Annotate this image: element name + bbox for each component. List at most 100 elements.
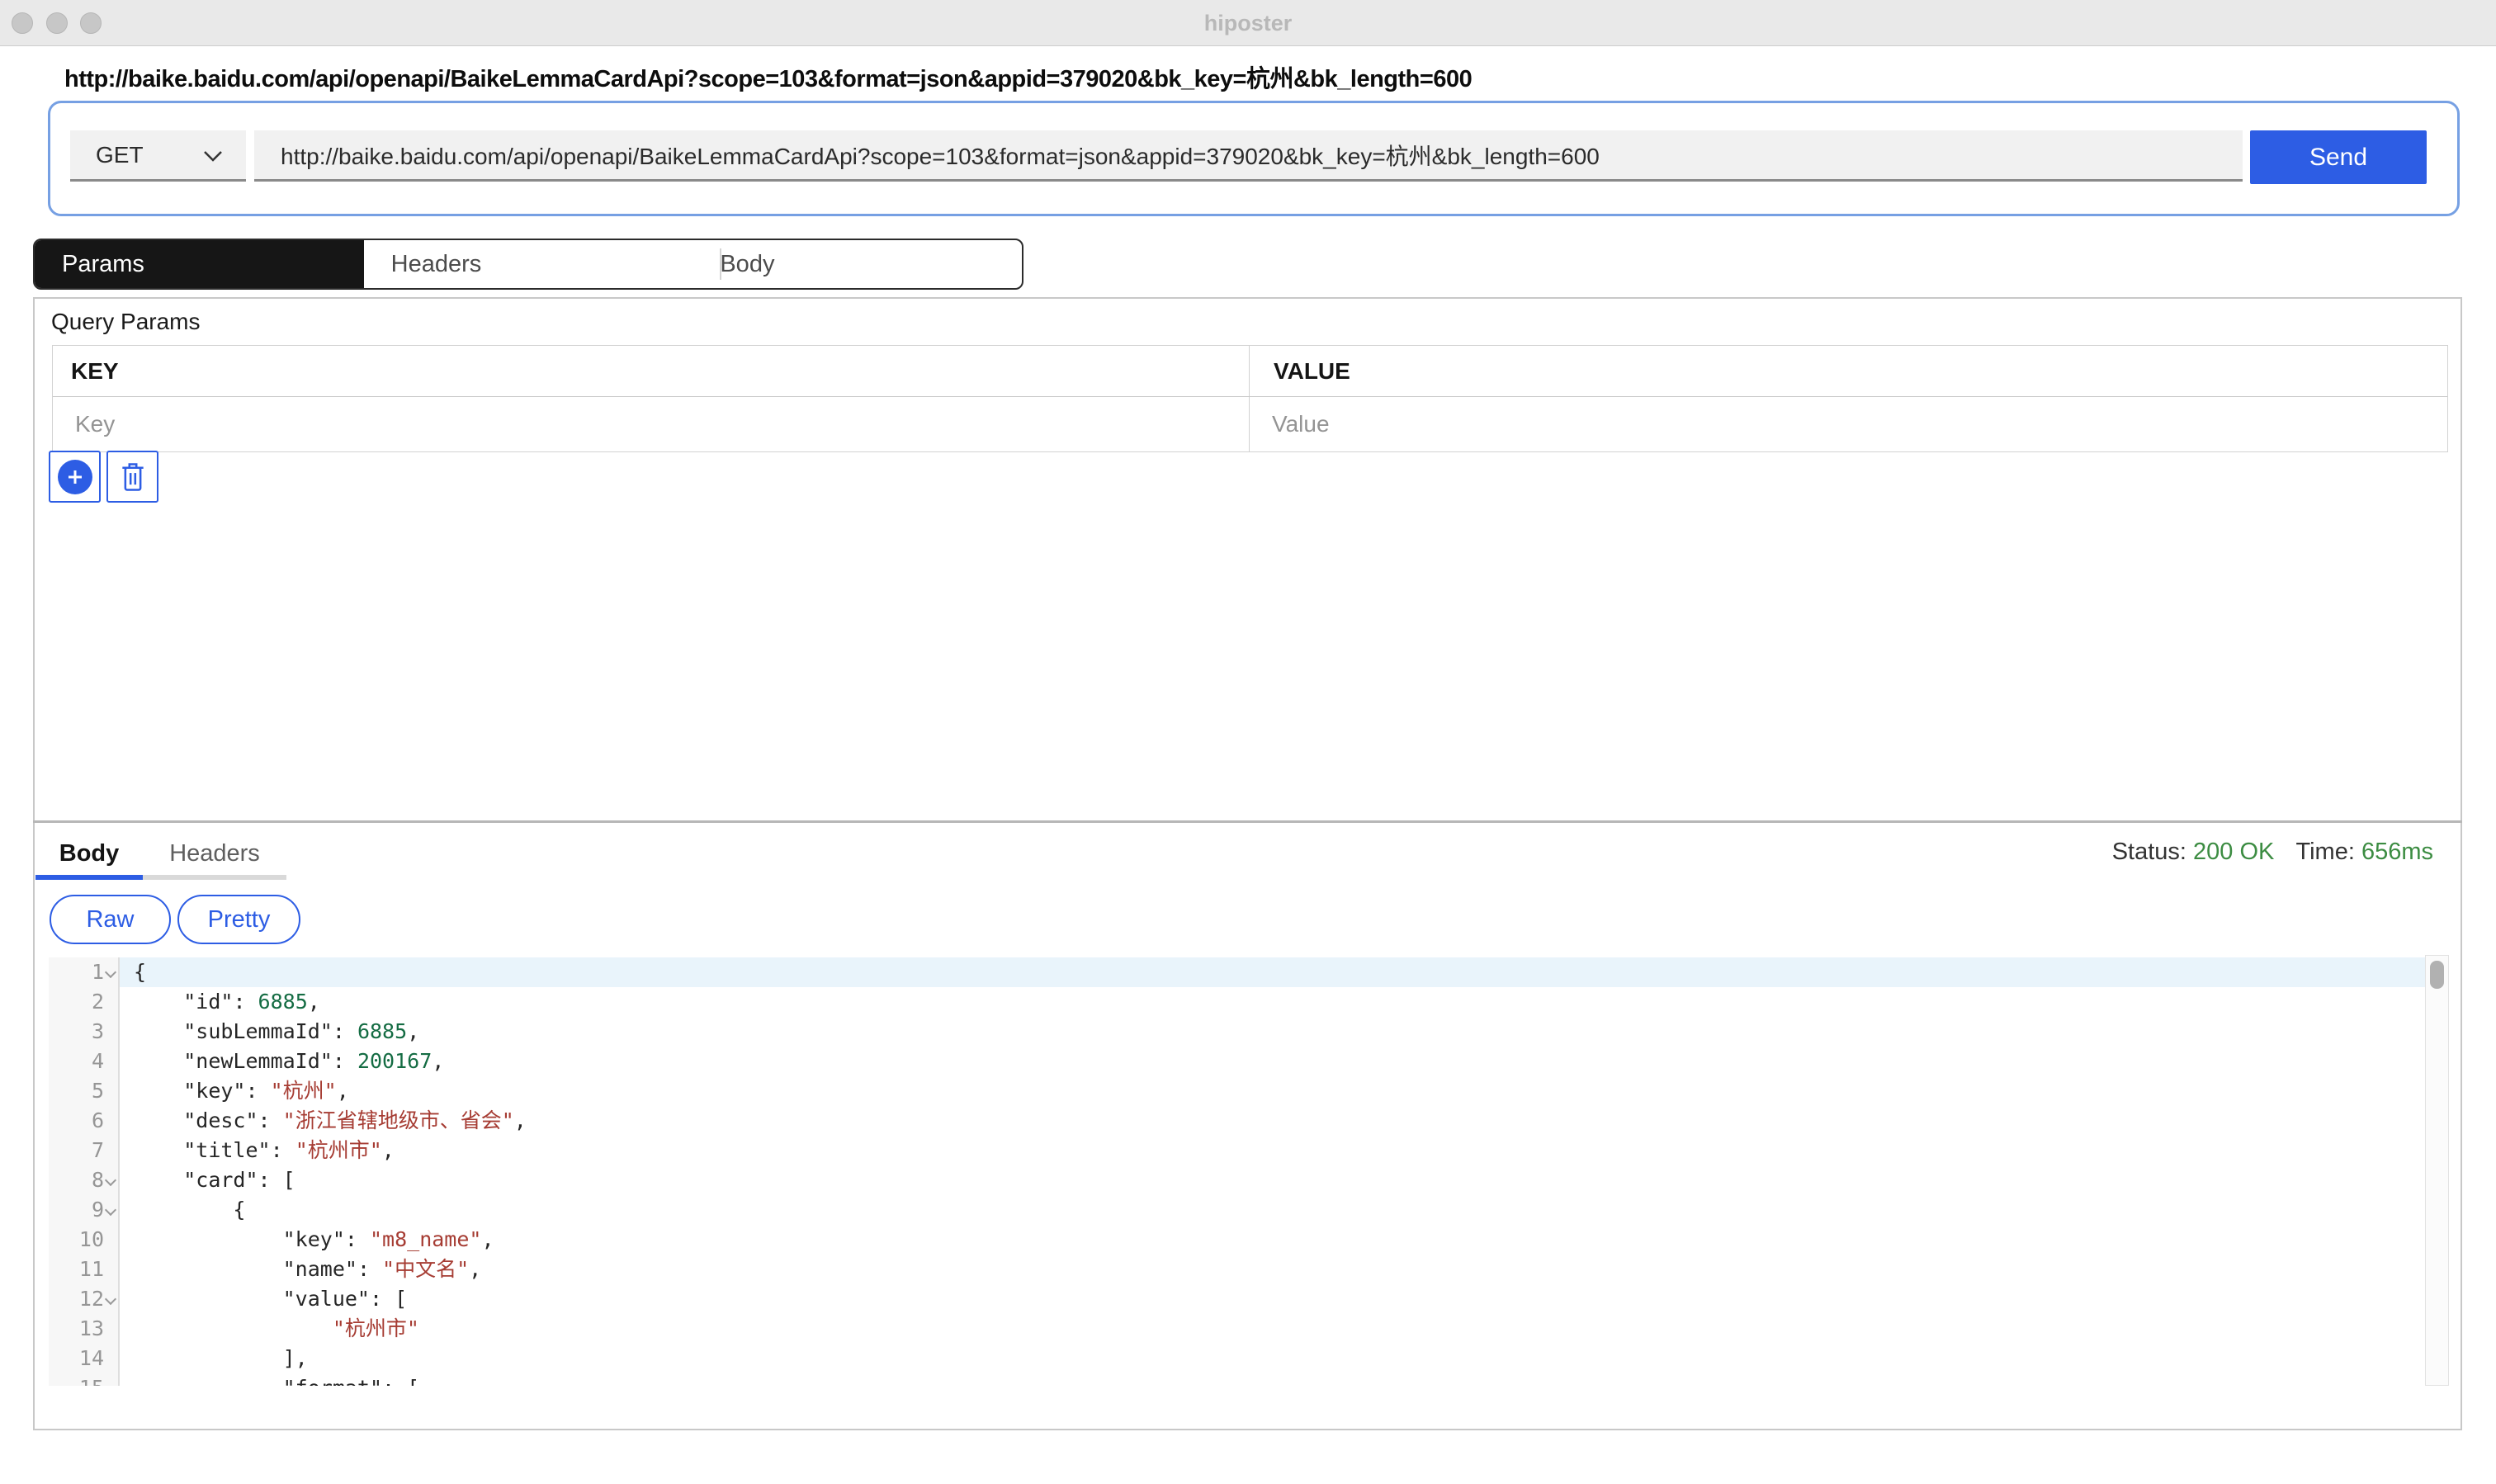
- code-text: "value": [: [120, 1284, 2449, 1314]
- code-text: "subLemmaId": 6885,: [120, 1017, 2449, 1047]
- delete-param-button[interactable]: [106, 451, 158, 503]
- line-number: 7: [92, 1136, 104, 1165]
- section-divider: [33, 820, 2462, 823]
- code-line[interactable]: 15 "format": [: [49, 1373, 2449, 1386]
- param-value-input[interactable]: [1270, 410, 2352, 438]
- line-gutter: 8: [49, 1165, 120, 1195]
- fold-chevron-icon[interactable]: [104, 1165, 118, 1195]
- time-value: 656ms: [2361, 839, 2433, 865]
- code-text: "key": "m8_name",: [120, 1225, 2449, 1255]
- code-line[interactable]: 12 "value": [: [49, 1284, 2449, 1314]
- add-param-button[interactable]: [49, 451, 101, 503]
- table-row: [53, 397, 2447, 451]
- code-line[interactable]: 14 ],: [49, 1344, 2449, 1373]
- code-text: ],: [120, 1344, 2449, 1373]
- line-number: 12: [79, 1284, 104, 1314]
- tab-headers[interactable]: Headers: [364, 240, 693, 288]
- line-gutter: 9: [49, 1195, 120, 1225]
- code-line[interactable]: 6 "desc": "浙江省辖地级市、省会",: [49, 1106, 2449, 1136]
- code-text: "newLemmaId": 200167,: [120, 1047, 2449, 1076]
- response-status: Status: 200 OK Time: 656ms: [2112, 839, 2433, 866]
- line-gutter: 6: [49, 1106, 120, 1136]
- code-text: "name": "中文名",: [120, 1255, 2449, 1284]
- line-number: 6: [92, 1106, 104, 1136]
- status-value: 200 OK: [2193, 839, 2274, 865]
- code-text: "card": [: [120, 1165, 2449, 1195]
- code-line[interactable]: 10 "key": "m8_name",: [49, 1225, 2449, 1255]
- line-gutter: 12: [49, 1284, 120, 1314]
- tab-divider: [720, 248, 721, 280]
- column-header-key: KEY: [71, 358, 119, 385]
- code-text: "title": "杭州市",: [120, 1136, 2449, 1165]
- fold-chevron-icon[interactable]: [104, 1195, 118, 1225]
- method-select-value: GET: [96, 142, 144, 168]
- code-line[interactable]: 7 "title": "杭州市",: [49, 1136, 2449, 1165]
- send-button[interactable]: Send: [2250, 130, 2427, 184]
- titlebar: hiposter: [0, 0, 2496, 46]
- query-params-title: Query Params: [51, 309, 201, 335]
- code-line[interactable]: 13 "杭州市": [49, 1314, 2449, 1344]
- line-gutter: 10: [49, 1225, 120, 1255]
- line-gutter: 2: [49, 987, 120, 1017]
- code-line[interactable]: 8 "card": [: [49, 1165, 2449, 1195]
- line-number: 13: [79, 1314, 104, 1344]
- table-header-row: KEY VALUE: [53, 346, 2447, 397]
- code-line[interactable]: 2 "id": 6885,: [49, 987, 2449, 1017]
- line-number: 4: [92, 1047, 104, 1076]
- line-gutter: 3: [49, 1017, 120, 1047]
- app-window: hiposter http://baike.baidu.com/api/open…: [0, 0, 2496, 1484]
- url-input[interactable]: [254, 130, 2243, 182]
- code-line[interactable]: 3 "subLemmaId": 6885,: [49, 1017, 2449, 1047]
- plus-icon: [58, 460, 92, 494]
- main-panel: Query Params KEY VALUE: [33, 297, 2462, 1430]
- method-select[interactable]: GET: [70, 130, 246, 182]
- inactive-tab-track: [143, 875, 286, 880]
- fold-chevron-icon[interactable]: [104, 957, 118, 987]
- window-title: hiposter: [0, 11, 2496, 36]
- line-number: 15: [79, 1373, 104, 1386]
- code-text: "format": [: [120, 1373, 2449, 1386]
- code-line[interactable]: 11 "name": "中文名",: [49, 1255, 2449, 1284]
- line-number: 14: [79, 1344, 104, 1373]
- line-gutter: 5: [49, 1076, 120, 1106]
- code-line[interactable]: 4 "newLemmaId": 200167,: [49, 1047, 2449, 1076]
- line-gutter: 4: [49, 1047, 120, 1076]
- pretty-view-button[interactable]: Pretty: [177, 895, 300, 944]
- code-line[interactable]: 1{: [49, 957, 2449, 987]
- line-number: 1: [92, 957, 104, 987]
- code-line[interactable]: 5 "key": "杭州",: [49, 1076, 2449, 1106]
- raw-view-button[interactable]: Raw: [50, 895, 171, 944]
- code-text: "desc": "浙江省辖地级市、省会",: [120, 1106, 2449, 1136]
- line-number: 5: [92, 1076, 104, 1106]
- fold-chevron-icon[interactable]: [104, 1284, 118, 1314]
- time-label: Time:: [2295, 839, 2354, 865]
- active-tab-indicator: [35, 875, 143, 880]
- tab-body[interactable]: Body: [693, 240, 1022, 288]
- code-line[interactable]: 9 {: [49, 1195, 2449, 1225]
- editor-scrollbar[interactable]: [2425, 955, 2449, 1386]
- param-key-input[interactable]: [73, 410, 1153, 438]
- line-number: 2: [92, 987, 104, 1017]
- line-gutter: 15: [49, 1373, 120, 1386]
- query-params-table: KEY VALUE: [52, 345, 2448, 452]
- line-gutter: 14: [49, 1344, 120, 1373]
- line-number: 3: [92, 1017, 104, 1047]
- line-gutter: 13: [49, 1314, 120, 1344]
- code-text: {: [120, 957, 2449, 987]
- tab-params[interactable]: Params: [35, 240, 364, 288]
- trash-icon: [119, 461, 147, 493]
- response-body-editor[interactable]: 1{2 "id": 6885,3 "subLemmaId": 6885,4 "n…: [49, 955, 2449, 1386]
- line-number: 11: [79, 1255, 104, 1284]
- scrollbar-thumb[interactable]: [2430, 961, 2444, 989]
- line-number: 8: [92, 1165, 104, 1195]
- line-gutter: 1: [49, 957, 120, 987]
- line-number: 9: [92, 1195, 104, 1225]
- request-url-heading: http://baike.baidu.com/api/openapi/Baike…: [64, 59, 1472, 94]
- request-tabs: Params Headers Body: [33, 239, 1023, 290]
- code-text: {: [120, 1195, 2449, 1225]
- response-tab-body[interactable]: Body: [35, 830, 143, 877]
- status-label: Status:: [2112, 839, 2186, 865]
- request-bar: GET Send: [48, 101, 2460, 216]
- code-text: "杭州市": [120, 1314, 2449, 1344]
- response-tab-headers[interactable]: Headers: [143, 830, 286, 877]
